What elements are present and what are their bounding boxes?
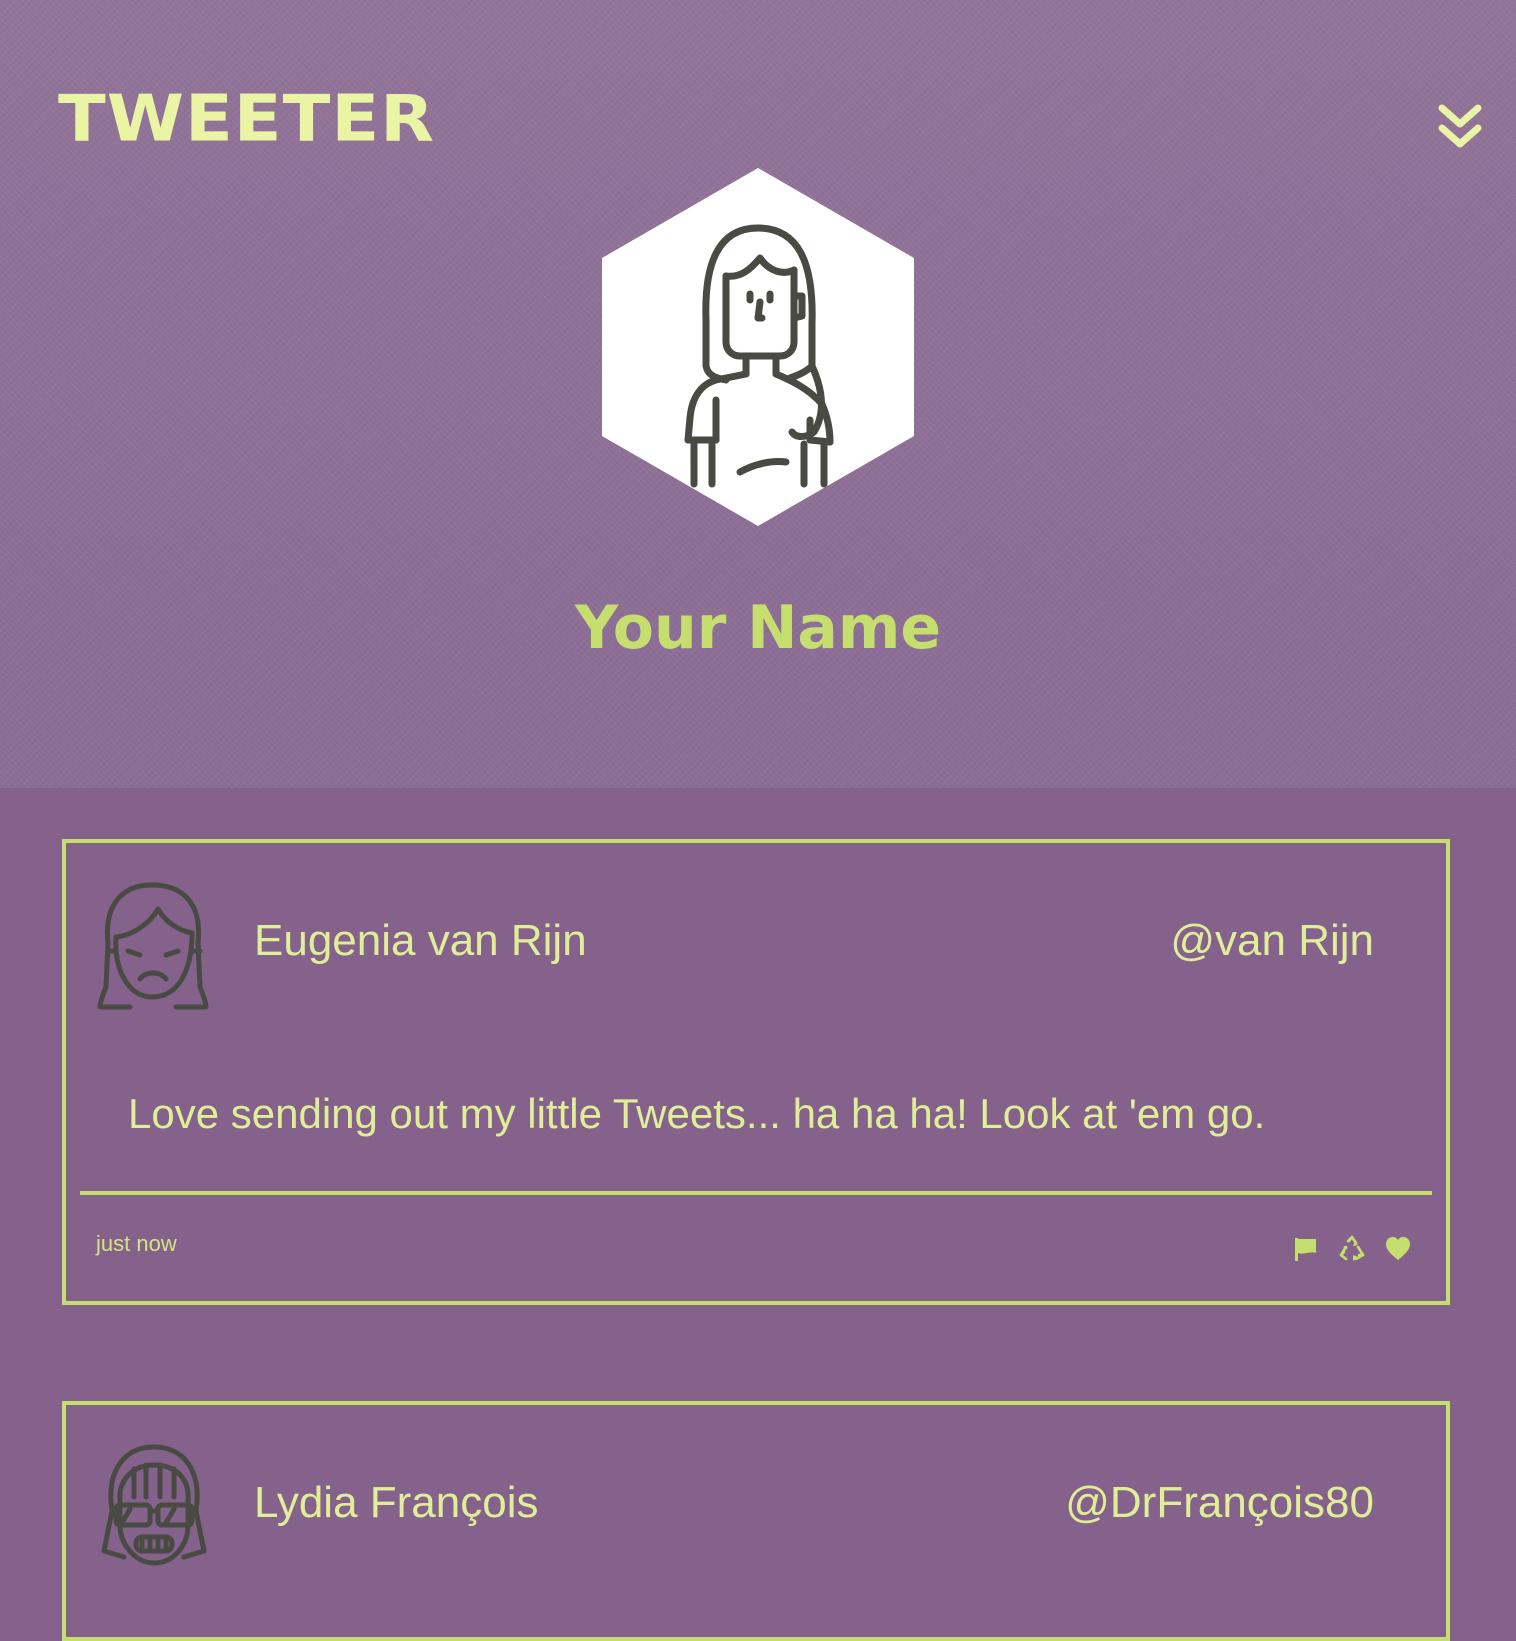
tweet-text: Love sending out my little Tweets... ha …	[128, 1090, 1266, 1137]
tweet-avatar[interactable]	[94, 1441, 212, 1573]
retweet-icon[interactable]	[1338, 1235, 1366, 1263]
menu-toggle-button[interactable]	[1436, 104, 1484, 156]
tweet-timestamp: just now	[96, 1231, 177, 1256]
heart-icon[interactable]	[1384, 1235, 1412, 1263]
profile-header: TWEETER Your Name	[0, 0, 1516, 788]
profile-name: Your Name	[574, 593, 942, 663]
chevron-double-down-icon	[1438, 104, 1482, 148]
tweet-author-name[interactable]: Eugenia van Rijn	[254, 915, 587, 968]
tweet-card: Lydia François @DrFrançois80	[62, 1401, 1450, 1641]
tweet-divider	[80, 1191, 1432, 1195]
app-logo[interactable]: TWEETER	[58, 86, 435, 150]
tweet-card: Eugenia van Rijn @van Rijn Love sending …	[62, 839, 1450, 1305]
sad-woman-avatar-icon	[97, 882, 209, 1010]
woman-avatar-icon	[602, 168, 914, 526]
tweet-author-name[interactable]: Lydia François	[254, 1477, 539, 1530]
sunglasses-woman-avatar-icon	[101, 1444, 207, 1566]
tweet-avatar[interactable]	[94, 879, 212, 1011]
flag-icon[interactable]	[1292, 1235, 1320, 1263]
tweet-author-handle[interactable]: @DrFrançois80	[1065, 1477, 1374, 1530]
tweet-actions	[1292, 1235, 1412, 1263]
profile-avatar	[600, 166, 916, 528]
tweet-author-handle[interactable]: @van Rijn	[1170, 915, 1374, 968]
